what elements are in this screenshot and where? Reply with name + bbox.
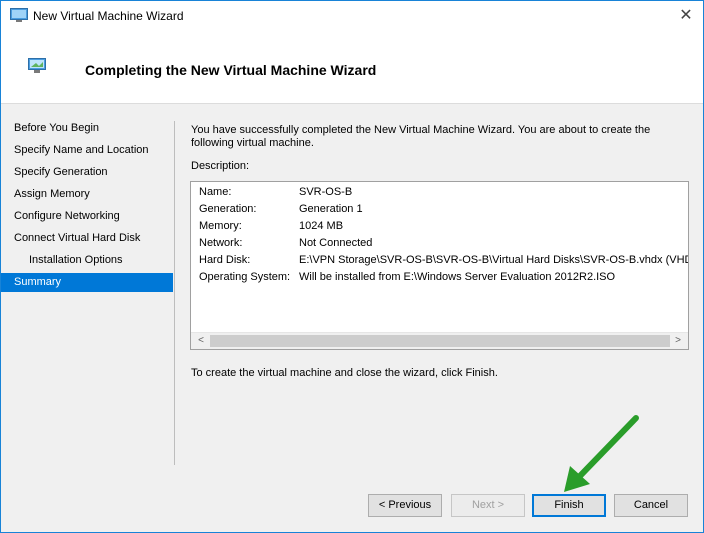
virtual-machine-icon: [28, 58, 46, 73]
page-title: Completing the New Virtual Machine Wizar…: [85, 62, 377, 78]
description-label: Description:: [191, 160, 250, 172]
intro-text: You have successfully completed the New …: [191, 124, 651, 149]
next-button[interactable]: Next >: [451, 494, 525, 517]
scroll-right-arrow[interactable]: >: [670, 333, 686, 349]
nav-item-connect-virtual-hard-disk[interactable]: Connect Virtual Hard Disk: [1, 229, 173, 248]
summary-key: Hard Disk:: [199, 254, 251, 266]
summary-key: Operating System:: [199, 271, 291, 283]
wizard-window: New Virtual Machine Wizard ✕ Completing …: [0, 0, 704, 533]
scrollbar-thumb[interactable]: [210, 335, 670, 347]
summary-value: SVR-OS-B: [299, 186, 353, 198]
virtual-machine-icon: [10, 8, 28, 22]
summary-value: 1024 MB: [299, 220, 344, 232]
summary-value: Not Connected: [299, 237, 373, 249]
summary-row-generation: Generation: Generation 1: [199, 201, 363, 218]
title-bar: New Virtual Machine Wizard ✕: [1, 1, 703, 31]
previous-button[interactable]: < Previous: [368, 494, 442, 517]
scroll-left-arrow[interactable]: <: [193, 333, 209, 349]
wizard-header: Completing the New Virtual Machine Wizar…: [1, 31, 703, 104]
summary-row-network: Network: Not Connected: [199, 235, 372, 252]
summary-row-memory: Memory: 1024 MB: [199, 218, 343, 235]
close-button[interactable]: ✕: [669, 1, 703, 31]
summary-row-name: Name: SVR-OS-B: [199, 184, 352, 201]
nav-item-before-you-begin[interactable]: Before You Begin: [1, 119, 173, 138]
window-title: New Virtual Machine Wizard: [33, 9, 184, 23]
close-icon: ✕: [679, 7, 693, 24]
nav-item-installation-options[interactable]: Installation Options: [1, 251, 173, 270]
nav-divider: [174, 121, 175, 465]
summary-key: Name:: [199, 186, 232, 198]
summary-row-hard-disk: Hard Disk: E:\VPN Storage\SVR-OS-B\SVR-OS…: [199, 252, 689, 269]
finish-button[interactable]: Finish: [532, 494, 606, 517]
summary-row-operating-system: Operating System: Will be installed from …: [199, 269, 615, 286]
cancel-button[interactable]: Cancel: [614, 494, 688, 517]
summary-key: Network:: [199, 237, 243, 249]
summary-key: Memory:: [199, 220, 242, 232]
nav-item-configure-networking[interactable]: Configure Networking: [1, 207, 173, 226]
summary-value: Generation 1: [299, 203, 363, 215]
summary-key: Generation:: [199, 203, 257, 215]
nav-item-summary[interactable]: Summary: [1, 273, 173, 292]
horizontal-scrollbar[interactable]: < >: [191, 332, 688, 349]
nav-item-specify-name-and-location[interactable]: Specify Name and Location: [1, 141, 173, 160]
summary-value: Will be installed from E:\Windows Server…: [299, 271, 616, 283]
description-box[interactable]: Name: SVR-OS-B Generation: Generation 1 Me…: [190, 181, 689, 350]
nav-item-specify-generation[interactable]: Specify Generation: [1, 163, 173, 182]
finish-instruction: To create the virtual machine and close …: [191, 367, 498, 379]
summary-value: E:\VPN Storage\SVR-OS-B\SVR-OS-B\Virtual…: [299, 254, 689, 266]
wizard-step-nav: Before You Begin Specify Name and Locati…: [1, 104, 173, 464]
nav-item-assign-memory[interactable]: Assign Memory: [1, 185, 173, 204]
